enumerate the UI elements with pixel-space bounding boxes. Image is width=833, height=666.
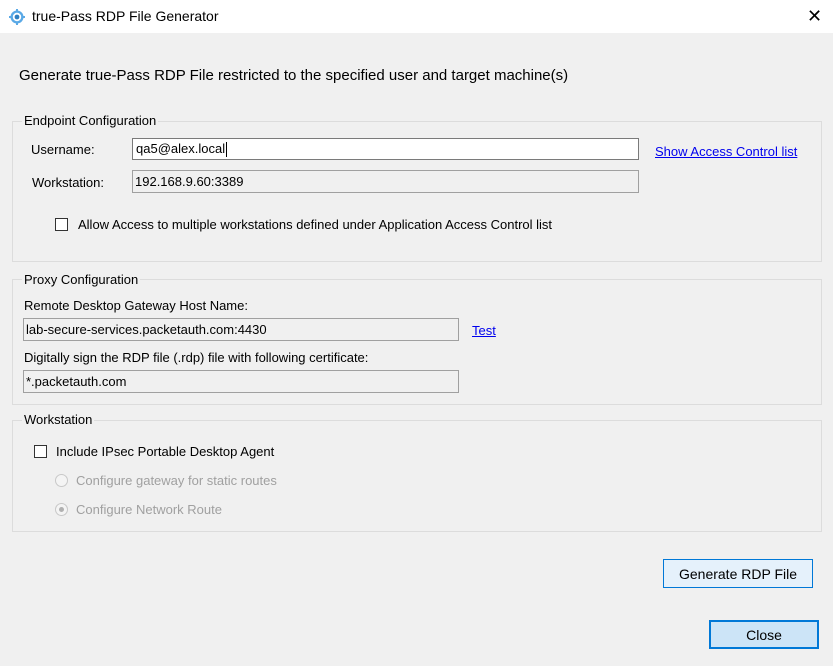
allow-multiple-workstations-checkbox[interactable] [55,218,68,231]
show-access-control-list-link[interactable]: Show Access Control list [655,144,797,159]
close-icon[interactable]: ✕ [796,0,833,33]
endpoint-group-title: Endpoint Configuration [22,113,159,128]
static-routes-radio[interactable] [55,474,68,487]
dialog-heading: Generate true-Pass RDP File restricted t… [19,67,569,84]
close-button-label: Close [746,626,782,643]
generate-button-label: Generate RDP File [678,565,797,582]
username-field[interactable]: qa5@alex.local [132,138,639,160]
include-ipsec-checkbox[interactable] [34,445,47,458]
network-route-radio[interactable] [55,503,68,516]
text-caret [226,142,228,158]
gateway-host-field[interactable]: lab-secure-services.packetauth.com:4430 [23,318,459,341]
gateway-host-label: Remote Desktop Gateway Host Name: [24,298,248,313]
test-link[interactable]: Test [472,323,496,338]
generate-rdp-file-button[interactable]: Generate RDP File [663,559,813,588]
certificate-value: *.packetauth.com [26,374,127,389]
gear-icon [9,9,25,25]
include-ipsec-label[interactable]: Include IPsec Portable Desktop Agent [56,444,274,459]
allow-multiple-workstations-label[interactable]: Allow Access to multiple workstations de… [78,217,552,232]
username-label: Username: [31,142,95,157]
close-button[interactable]: Close [709,620,819,649]
gateway-host-value: lab-secure-services.packetauth.com:4430 [26,322,267,337]
network-route-label[interactable]: Configure Network Route [76,502,222,517]
username-value: qa5@alex.local [136,141,226,156]
workstation-value: 192.168.9.60:3389 [135,174,244,189]
workstation-label: Workstation: [32,175,105,190]
workstation-field[interactable]: 192.168.9.60:3389 [132,170,639,193]
static-routes-label[interactable]: Configure gateway for static routes [76,473,277,488]
certificate-label: Digitally sign the RDP file (.rdp) file … [24,350,369,365]
workstation-group-title: Workstation [22,412,95,427]
certificate-field[interactable]: *.packetauth.com [23,370,459,393]
window-title: true-Pass RDP File Generator [32,8,219,24]
proxy-group-title: Proxy Configuration [22,272,141,287]
title-bar: true-Pass RDP File Generator ✕ [0,0,833,33]
